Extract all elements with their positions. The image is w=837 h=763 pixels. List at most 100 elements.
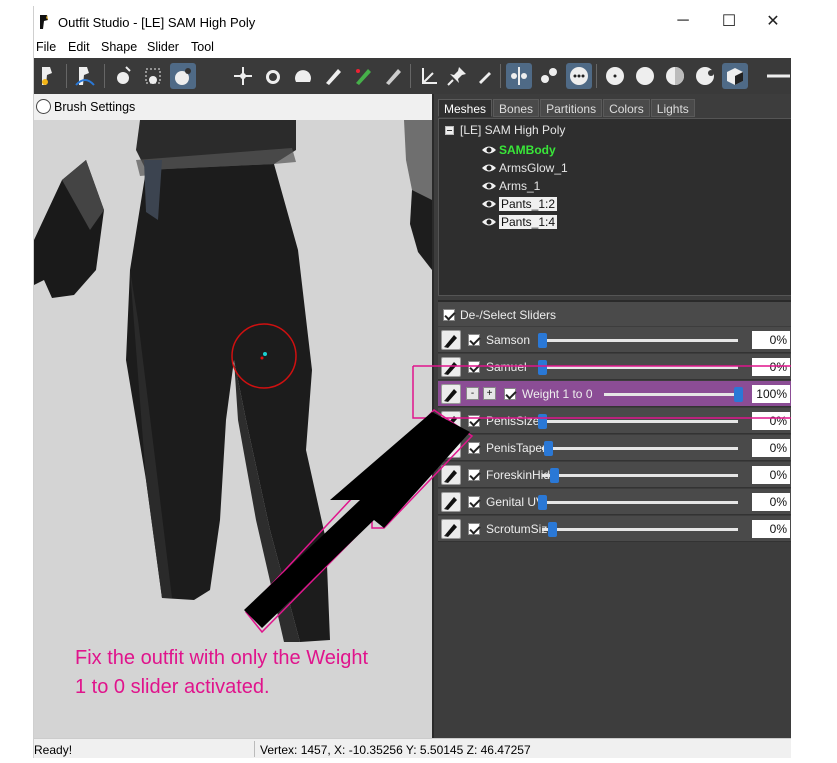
sphere-half-icon[interactable]	[662, 63, 688, 89]
mesh-item[interactable]: SAMBody	[481, 141, 556, 158]
brush-alpha-icon[interactable]	[380, 63, 406, 89]
tab-meshes[interactable]: Meshes	[438, 99, 493, 117]
slider-checkbox[interactable]	[468, 415, 480, 427]
collapse-icon[interactable]	[445, 126, 454, 136]
slider-thumb[interactable]	[543, 441, 553, 456]
slider-checkbox[interactable]	[468, 496, 480, 508]
edit-slider-button[interactable]	[441, 330, 461, 350]
slider-checkbox[interactable]	[468, 442, 480, 454]
tab-partitions[interactable]: Partitions	[540, 99, 603, 117]
vertex-icon[interactable]	[566, 63, 592, 89]
edit-slider-button[interactable]	[441, 465, 461, 485]
brush-shape-icon[interactable]	[36, 63, 62, 89]
pin-icon[interactable]	[444, 63, 470, 89]
brush-move-icon[interactable]	[170, 63, 196, 89]
minimize-button[interactable]: ─	[660, 6, 706, 36]
eye-icon[interactable]	[481, 144, 497, 156]
brush-color-icon[interactable]	[350, 63, 376, 89]
sphere-lit-icon[interactable]	[692, 63, 718, 89]
brush-transform-icon[interactable]	[230, 63, 256, 89]
edit-slider-button[interactable]	[441, 357, 461, 377]
slider-track[interactable]	[604, 387, 743, 402]
edit-slider-button[interactable]	[441, 384, 461, 404]
toolbar	[34, 58, 791, 94]
slider-minus-button[interactable]: -	[466, 387, 479, 400]
edit-slider-button[interactable]	[441, 411, 461, 431]
menu-tool[interactable]: Tool	[191, 40, 214, 54]
brush-inflate-icon[interactable]	[72, 63, 98, 89]
mesh-item[interactable]: Arms_1	[481, 177, 540, 194]
maximize-button[interactable]: ☐	[706, 6, 752, 36]
toolbar-overflow-icon[interactable]	[764, 63, 790, 89]
chevron-down-icon[interactable]	[36, 99, 51, 114]
screenshot-stage: Outfit Studio - [LE] SAM High Poly ─ ☐ ✕…	[0, 0, 837, 763]
slider-row: - + Weight 1 to 0 100%	[438, 381, 791, 407]
mesh-name: Pants_1:4	[499, 214, 558, 229]
mirror-icon[interactable]	[506, 63, 532, 89]
brush-paint-icon[interactable]	[320, 63, 346, 89]
tab-bones[interactable]: Bones	[493, 99, 540, 117]
slider-thumb[interactable]	[538, 360, 547, 375]
slider-thumb[interactable]	[538, 333, 547, 348]
edit-slider-button[interactable]	[441, 519, 461, 539]
brush-undiff-icon[interactable]	[290, 63, 316, 89]
eye-icon[interactable]	[481, 216, 497, 228]
slider-checkbox[interactable]	[468, 469, 480, 481]
slider-thumb[interactable]	[549, 468, 559, 483]
connected-icon[interactable]	[536, 63, 562, 89]
slider-value[interactable]: 0%	[752, 439, 790, 457]
menu-file[interactable]: File	[36, 40, 56, 54]
slider-value[interactable]: 0%	[752, 493, 790, 511]
brush-rect-select-icon[interactable]	[140, 63, 166, 89]
slider-checkbox[interactable]	[504, 388, 516, 400]
slider-value[interactable]: 0%	[752, 412, 790, 430]
eye-icon[interactable]	[481, 180, 497, 192]
select-all-sliders-checkbox[interactable]	[443, 309, 455, 321]
menu-edit[interactable]: Edit	[68, 40, 90, 54]
slider-thumb[interactable]	[538, 414, 547, 429]
slider-thumb[interactable]	[547, 522, 557, 537]
eye-icon[interactable]	[481, 198, 497, 210]
slider-checkbox[interactable]	[468, 523, 480, 535]
slider-plus-button[interactable]: +	[483, 387, 496, 400]
slider-value[interactable]: 0%	[752, 331, 790, 349]
slider-track[interactable]	[538, 333, 738, 348]
axis-icon[interactable]	[416, 63, 442, 89]
brush-smooth-icon[interactable]	[200, 63, 226, 89]
tab-lights[interactable]: Lights	[650, 99, 695, 117]
menu-slider[interactable]: Slider	[147, 40, 179, 54]
eyedropper-icon[interactable]	[472, 63, 498, 89]
slider-value[interactable]: 100%	[752, 385, 790, 403]
edit-slider-button[interactable]	[441, 438, 461, 458]
sphere-solid-icon[interactable]	[632, 63, 658, 89]
tree-root[interactable]: [LE] SAM High Poly	[445, 123, 565, 137]
mesh-item[interactable]: Pants_1:4	[481, 213, 558, 230]
brush-deflate-icon[interactable]	[260, 63, 286, 89]
slider-track[interactable]	[542, 522, 738, 537]
slider-track[interactable]	[542, 468, 738, 483]
slider-value[interactable]: 0%	[752, 520, 790, 538]
mesh-item[interactable]: ArmsGlow_1	[481, 159, 568, 176]
mesh-item[interactable]: Pants_1:2	[481, 195, 558, 212]
slider-value[interactable]: 0%	[752, 466, 790, 484]
sphere-icon[interactable]	[602, 63, 628, 89]
slider-checkbox[interactable]	[468, 334, 480, 346]
edit-slider-button[interactable]	[441, 492, 461, 512]
vertex-readout: Vertex: 1457, X: -10.35256 Y: 5.50145 Z:…	[260, 743, 531, 757]
brush-select-icon[interactable]	[110, 63, 136, 89]
brush-settings-bar[interactable]: Brush Settings	[34, 94, 432, 120]
close-button[interactable]: ✕	[750, 6, 791, 36]
slider-track[interactable]	[542, 441, 738, 456]
slider-track[interactable]	[538, 360, 738, 375]
eye-icon[interactable]	[481, 162, 497, 174]
menu-shape[interactable]: Shape	[101, 40, 137, 54]
slider-track[interactable]	[538, 414, 738, 429]
slider-track[interactable]	[538, 495, 738, 510]
slider-thumb[interactable]	[538, 495, 547, 510]
side-panel: Meshes Bones Partitions Colors Lights [L…	[432, 94, 791, 738]
slider-value[interactable]: 0%	[752, 358, 790, 376]
cube-icon[interactable]	[722, 63, 748, 89]
slider-thumb[interactable]	[734, 387, 743, 402]
tab-colors[interactable]: Colors	[603, 99, 650, 117]
slider-checkbox[interactable]	[468, 361, 480, 373]
